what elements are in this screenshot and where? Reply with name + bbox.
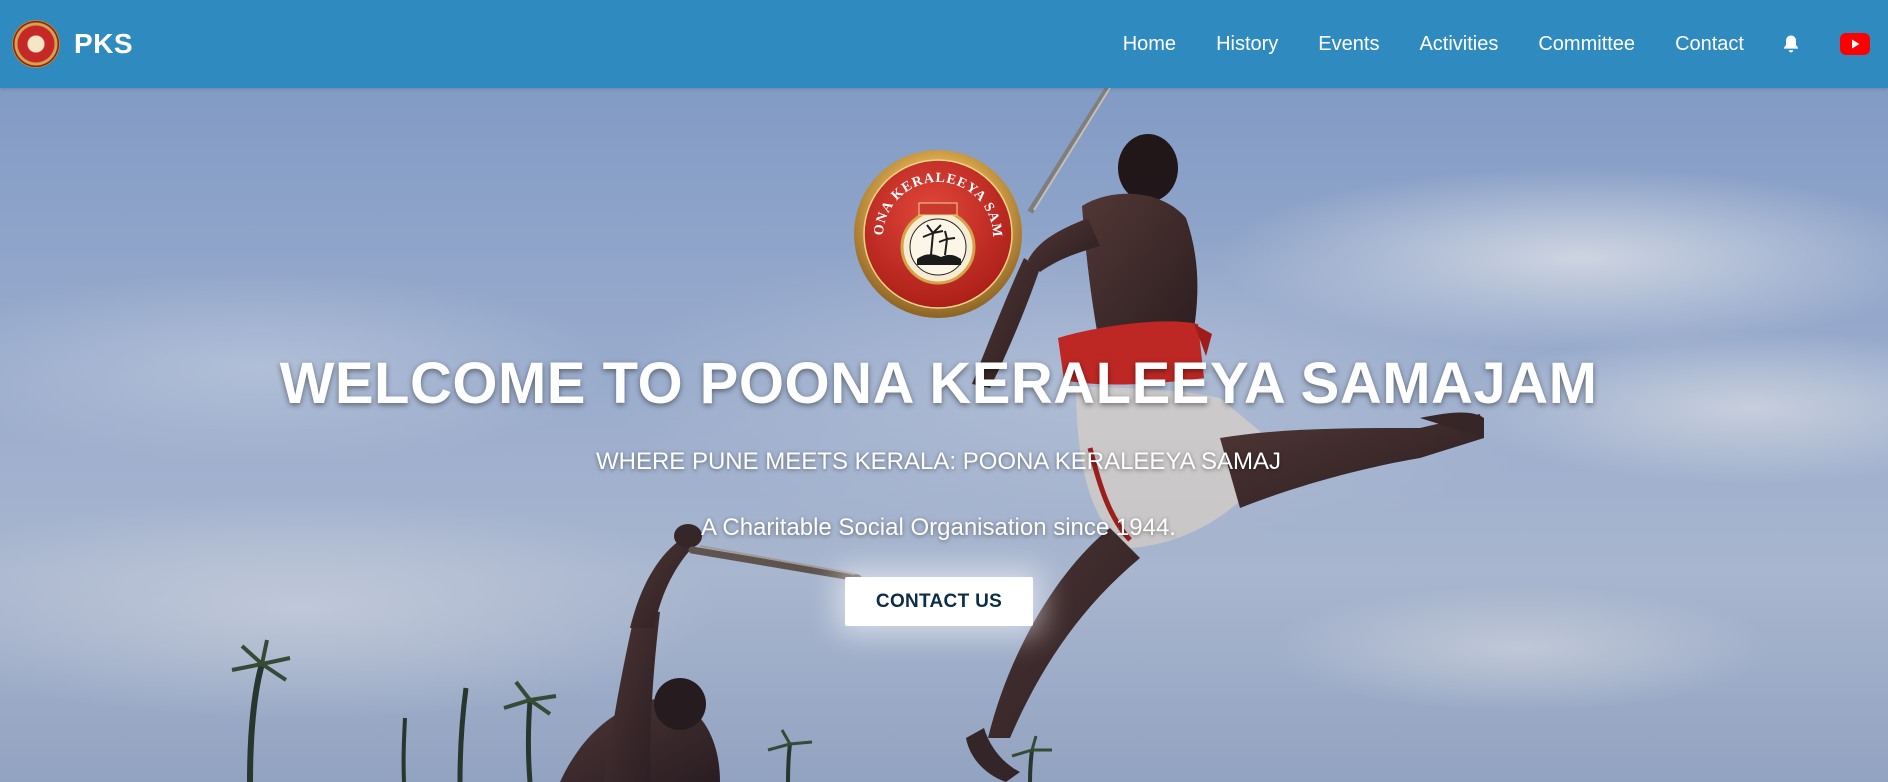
hero-subtitle: WHERE PUNE MEETS KERALA: POONA KERALEEYA… xyxy=(595,448,1282,475)
hero-title: WELCOME TO POONA KERALEEYA SAMAJAM xyxy=(279,351,1598,416)
nav-link-home[interactable]: Home xyxy=(1123,33,1176,56)
nav-link-committee[interactable]: Committee xyxy=(1538,33,1635,56)
hero-content: POONA KERALEEYA SAMAJ WELCOME TO POONA K… xyxy=(0,88,1888,782)
nav-link-events[interactable]: Events xyxy=(1318,33,1379,56)
contact-us-button[interactable]: CONTACT US xyxy=(845,577,1033,626)
bell-icon[interactable] xyxy=(1782,34,1800,54)
hero-section: POONA KERALEEYA SAMAJ WELCOME TO POONA K… xyxy=(0,88,1888,782)
youtube-icon[interactable] xyxy=(1840,33,1870,55)
nav-link-activities[interactable]: Activities xyxy=(1419,33,1498,56)
nav-link-history[interactable]: History xyxy=(1216,33,1278,56)
pks-emblem-icon: POONA KERALEEYA SAMAJ xyxy=(853,149,1022,318)
brand-name: PKS xyxy=(74,28,134,59)
pks-logo-icon xyxy=(13,21,59,67)
brand-link[interactable]: PKS xyxy=(13,21,133,67)
top-navbar: PKS Home History Events Activities Commi… xyxy=(0,0,1888,88)
page: PKS Home History Events Activities Commi… xyxy=(0,0,1888,782)
nav-menu: Home History Events Activities Committee… xyxy=(1123,33,1870,56)
hero-tagline: A Charitable Social Organisation since 1… xyxy=(701,514,1176,541)
nav-link-contact[interactable]: Contact xyxy=(1675,33,1744,56)
